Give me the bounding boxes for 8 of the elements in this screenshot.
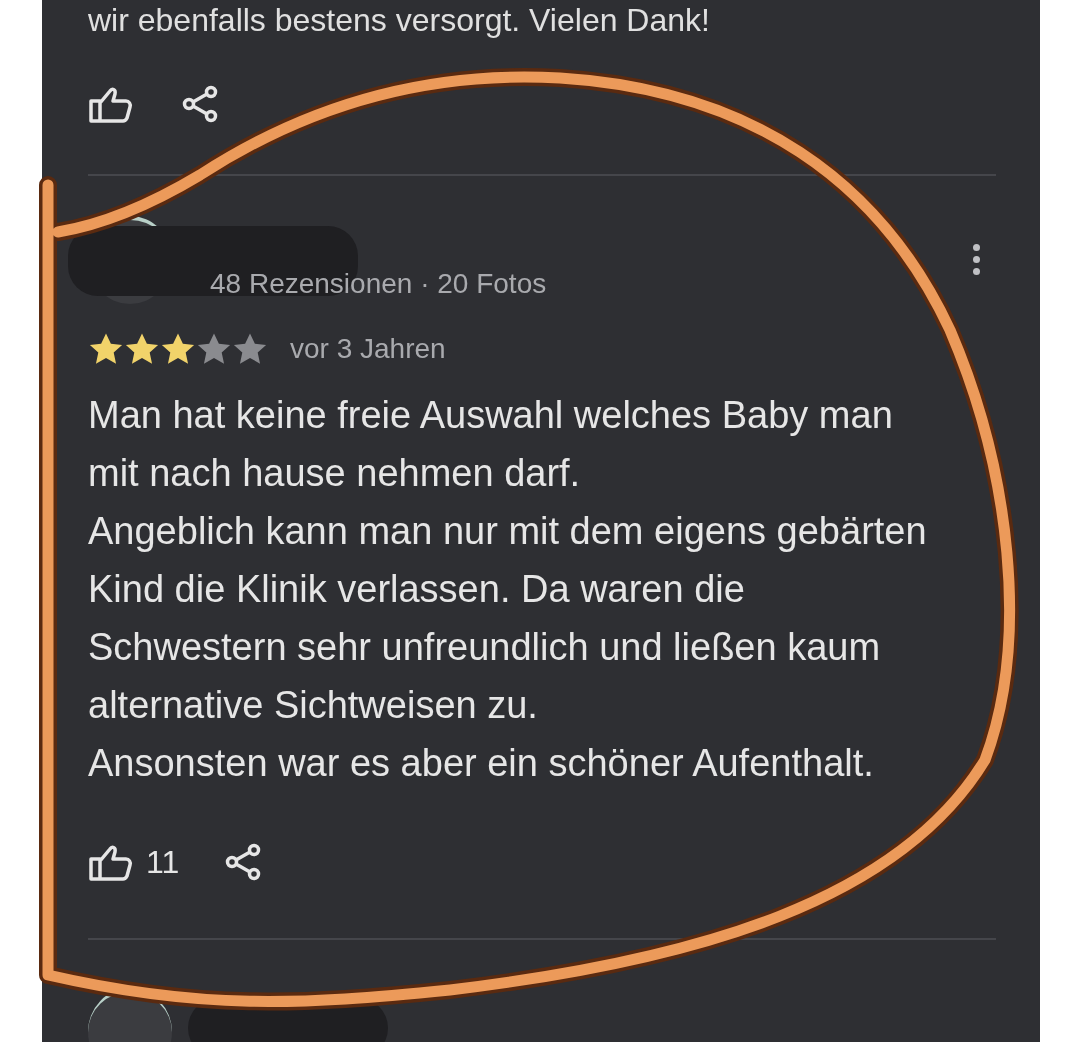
- share-icon[interactable]: [180, 84, 220, 124]
- like-button[interactable]: 11: [88, 842, 180, 882]
- review-text: Angeblich kann man nur mit dem eigens gebärten Kind die Klinik verlassen. Da waren die Schwestern sehr unfreundlich und ließen kaum alternative Sichtweisen zu.: [88, 509, 928, 728]
- review-date: vor 3 Jahren: [290, 333, 446, 365]
- review-text: Man hat keine freie Auswahl welches Baby man mit nach hause nehmen darf.: [88, 393, 894, 496]
- review-text: Ansonsten war es aber ein schöner Aufenthalt.: [88, 741, 875, 786]
- review-text: wir ebenfalls bestens versorgt. Vielen Dank!: [88, 1, 711, 38]
- reviewer-stats: 48 Rezensionen · 20 Fotos: [210, 268, 547, 300]
